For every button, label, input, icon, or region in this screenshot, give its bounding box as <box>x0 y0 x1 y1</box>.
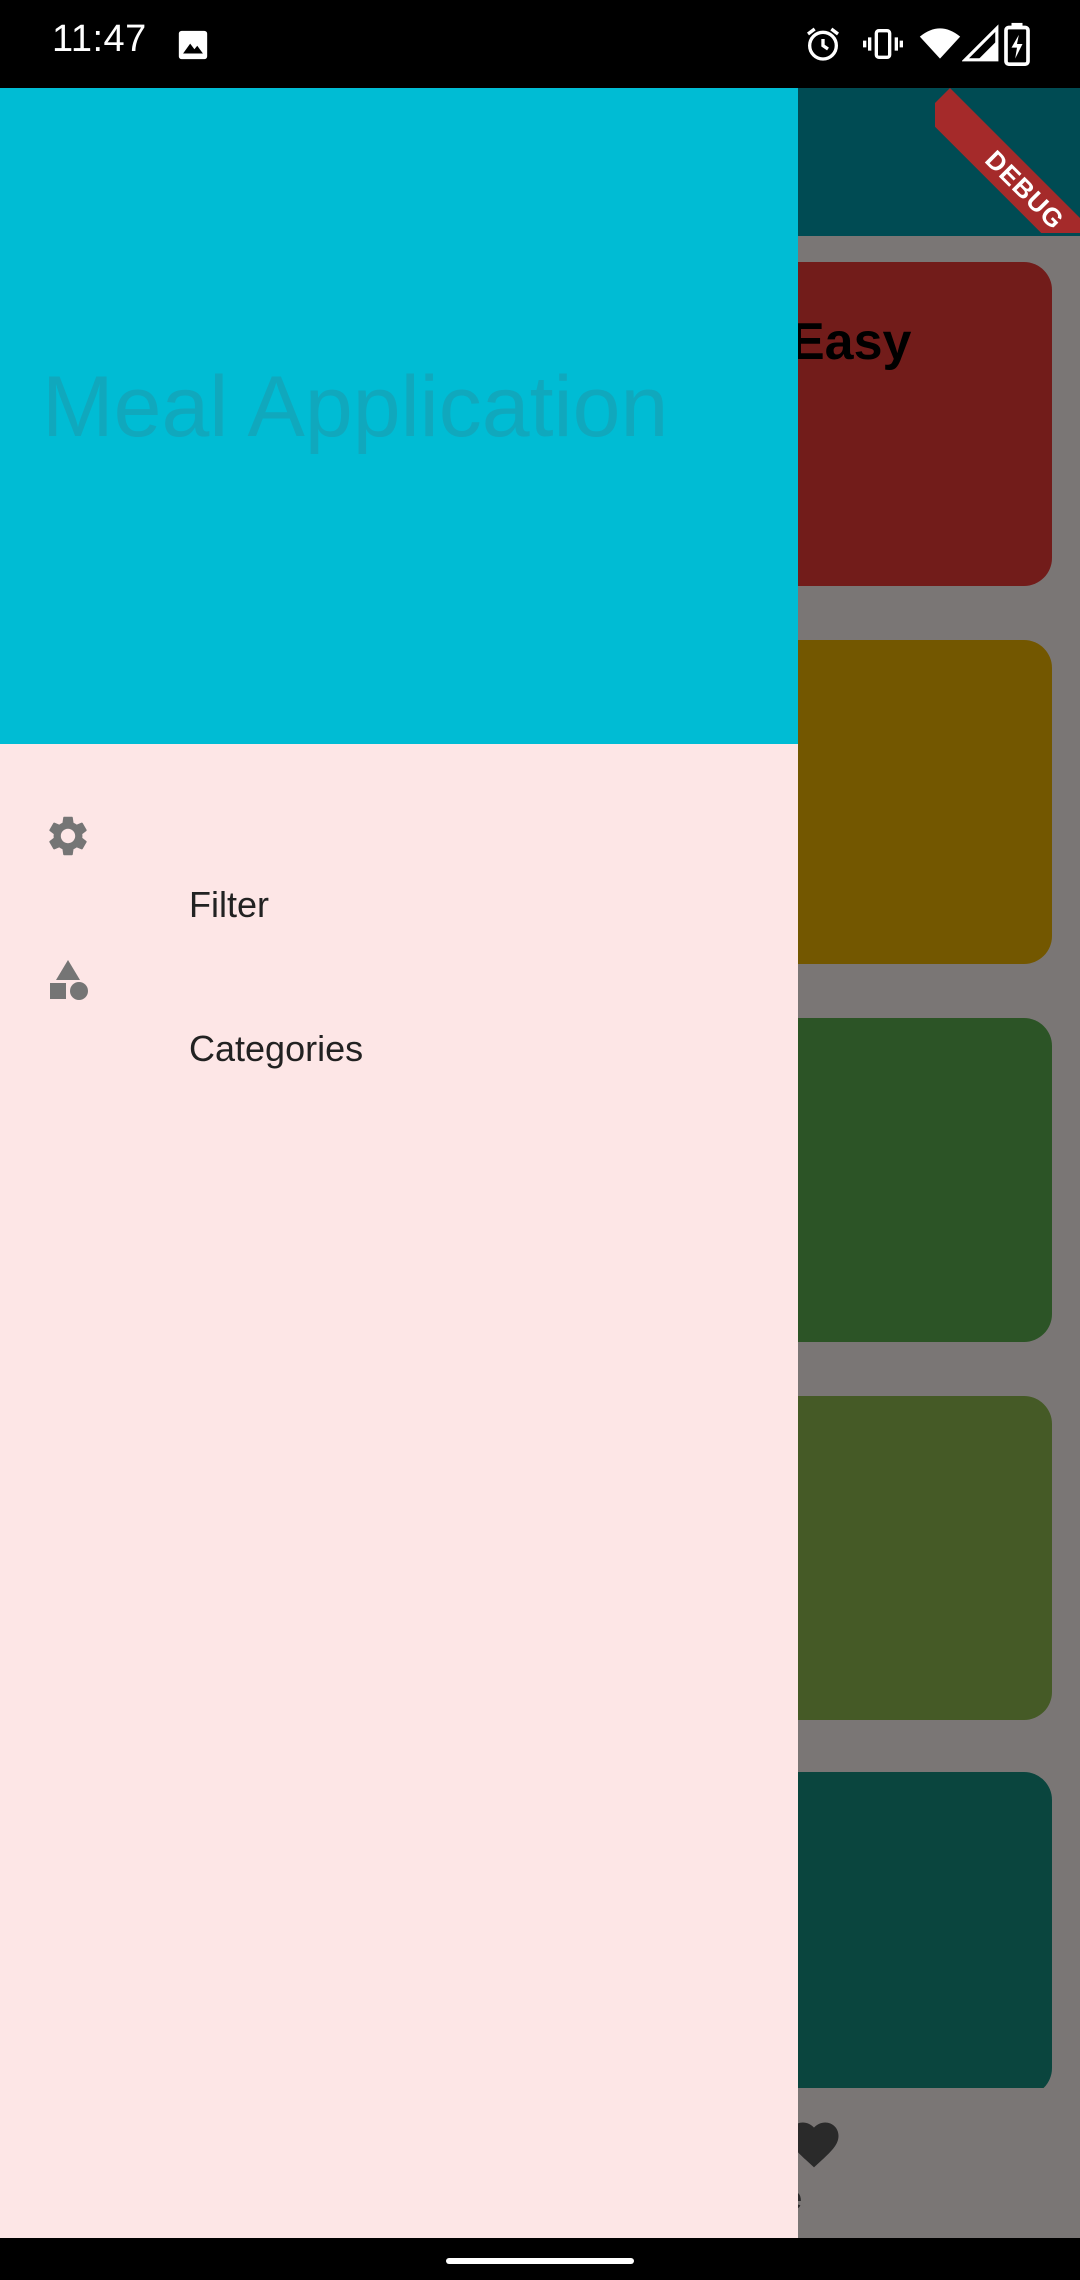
debug-banner: DEBUG <box>935 88 1080 233</box>
drawer-header: Meal Application <box>0 88 798 744</box>
home-indicator[interactable] <box>446 2258 634 2264</box>
system-navigation-bar <box>0 2238 1080 2280</box>
debug-banner-label: DEBUG <box>935 88 1080 233</box>
status-bar: 11:47 <box>0 0 1080 88</box>
alarm-icon <box>807 27 839 61</box>
category-shapes-icon <box>50 960 88 1000</box>
drawer-item-categories[interactable]: Categories <box>0 906 798 1069</box>
drawer-item-filter[interactable]: Filter <box>0 758 798 925</box>
wifi-icon <box>919 28 961 59</box>
signal-icon <box>962 24 999 62</box>
vibrate-icon <box>863 29 903 59</box>
status-time: 11:47 <box>52 18 147 60</box>
image-notification-icon <box>178 30 208 60</box>
drawer-item-label: Categories <box>189 1028 364 1069</box>
battery-charging-icon <box>1004 22 1030 66</box>
navigation-drawer: Meal Application Filter Categories <box>0 88 798 2238</box>
gear-icon <box>49 816 87 856</box>
drawer-title: Meal Application <box>42 359 669 455</box>
